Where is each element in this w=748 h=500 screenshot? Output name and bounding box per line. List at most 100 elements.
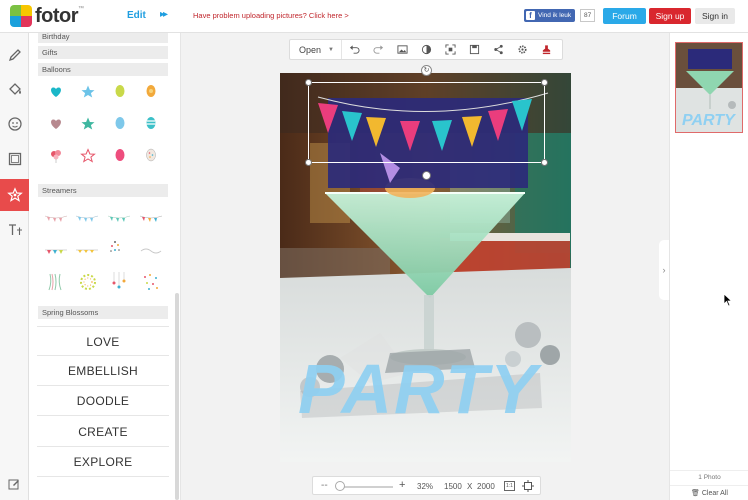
facebook-like-button[interactable]: f Vind ik leuk — [524, 9, 576, 22]
blue-balloon-sticker[interactable] — [112, 116, 128, 132]
editor-toolbar: Open ▼ — [289, 39, 563, 60]
party-overlay-text[interactable]: PARTY — [298, 350, 542, 428]
resize-handle-bl[interactable] — [305, 159, 312, 166]
rail-edit-button[interactable] — [0, 39, 29, 71]
trash-icon: 🗑 — [691, 490, 700, 497]
caret-down-icon: ▼ — [328, 46, 334, 53]
forum-button[interactable]: Forum — [603, 8, 646, 24]
rail-text-button[interactable] — [0, 214, 29, 246]
chevron-right-icon: › — [662, 265, 666, 275]
resize-handle-br[interactable] — [541, 159, 548, 166]
text-icon — [8, 224, 22, 235]
logo-mark-icon — [10, 5, 32, 27]
striped-balloon-sticker[interactable] — [143, 116, 159, 132]
contrast-icon — [421, 44, 431, 55]
frame-icon — [8, 152, 21, 166]
fit-icon — [444, 44, 456, 55]
fotor-editor: fotor ™ Edit ▸▸ Have problem uploading p… — [0, 0, 748, 500]
confetti-burst-sticker[interactable] — [107, 238, 123, 254]
bunting-streamer-sticker[interactable] — [44, 211, 68, 227]
tool-rail — [0, 33, 29, 500]
panel-scrollbar[interactable] — [175, 293, 179, 500]
signin-button[interactable]: Sign in — [695, 8, 735, 24]
actual-size-button[interactable]: 1:1 — [504, 481, 515, 491]
rail-stickers-button[interactable] — [0, 179, 29, 211]
category-gifts[interactable]: Gifts — [38, 46, 168, 59]
settings-button[interactable] — [510, 40, 534, 59]
trademark-icon: ™ — [78, 6, 85, 12]
mouse-cursor-icon — [723, 293, 733, 307]
forward-arrows-icon[interactable]: ▸▸ — [160, 9, 168, 20]
face-icon — [7, 117, 22, 131]
photo-bin-panel: PARTY 1 Photo 🗑 Clear All — [669, 33, 748, 500]
zoom-slider-track[interactable] — [337, 486, 393, 488]
collection-doodle[interactable]: DOODLE — [37, 386, 169, 416]
sticker-selection-box[interactable] — [308, 82, 545, 163]
rotate-handle-icon[interactable]: ↻ — [421, 65, 432, 76]
facebook-like-label: Vind ik leuk — [538, 12, 572, 19]
resize-handle-tr[interactable] — [541, 79, 548, 86]
note-edit-icon[interactable] — [8, 478, 20, 490]
outline-star-sticker[interactable] — [80, 148, 96, 164]
yellow-garland-sticker[interactable] — [75, 243, 99, 259]
zoom-percent: 32% — [417, 482, 434, 491]
thin-streamer-sticker[interactable] — [139, 243, 163, 259]
rail-beauty-button[interactable] — [0, 108, 29, 140]
image-height: 2000 — [477, 482, 495, 491]
flag-garland-sticker[interactable] — [44, 243, 68, 259]
fotor-logo[interactable]: fotor ™ — [10, 4, 84, 28]
collection-love[interactable]: LOVE — [37, 326, 169, 356]
teal-star-balloon-sticker[interactable] — [80, 116, 96, 132]
open-dropdown[interactable]: Open ▼ — [290, 40, 342, 59]
undo-button[interactable] — [342, 40, 366, 59]
sticker-panel: Birthday Gifts Balloons Streamers Spring… — [29, 33, 181, 500]
rail-effects-button[interactable] — [0, 73, 29, 105]
signup-button[interactable]: Sign up — [649, 8, 691, 24]
teal-bunting-sticker[interactable] — [107, 211, 131, 227]
sticker-edit-handle-icon[interactable] — [422, 171, 431, 180]
confetti-wreath-sticker[interactable] — [78, 272, 98, 292]
upload-help-link[interactable]: Have problem uploading pictures? Click h… — [193, 11, 349, 20]
redo-button[interactable] — [366, 40, 390, 59]
pink-heart-balloon-sticker[interactable] — [48, 116, 64, 132]
zoom-out-button[interactable]: -- — [321, 480, 328, 491]
resize-handle-tl[interactable] — [305, 79, 312, 86]
category-spring-blossoms[interactable]: Spring Blossoms — [38, 306, 168, 319]
pink-balloon-sticker[interactable] — [112, 148, 128, 164]
balloon-bunch-sticker[interactable] — [48, 148, 64, 164]
orange-balloon-sticker[interactable] — [143, 84, 159, 100]
hanging-stars-sticker[interactable] — [109, 272, 129, 292]
fit-button[interactable] — [438, 40, 462, 59]
star-balloon-sticker[interactable] — [80, 84, 96, 100]
zoom-slider-knob[interactable] — [335, 481, 345, 491]
green-balloon-sticker[interactable] — [112, 84, 128, 100]
save-button[interactable] — [462, 40, 486, 59]
colorful-bunting-sticker[interactable] — [139, 211, 163, 227]
category-streamers[interactable]: Streamers — [38, 184, 168, 197]
collection-create[interactable]: CREATE — [37, 417, 169, 447]
fit-screen-icon[interactable] — [522, 480, 534, 492]
category-balloons[interactable]: Balloons — [38, 63, 168, 76]
share-button[interactable] — [486, 40, 510, 59]
clear-all-button[interactable]: 🗑 Clear All — [670, 485, 748, 500]
dotted-balloon-sticker[interactable] — [143, 148, 159, 164]
photo-thumbnail[interactable]: PARTY — [675, 42, 743, 133]
rail-frames-button[interactable] — [0, 143, 29, 175]
collection-embellish[interactable]: EMBELLISH — [37, 356, 169, 386]
category-birthday[interactable]: Birthday — [38, 33, 168, 43]
save-icon — [469, 44, 479, 55]
contrast-button[interactable] — [414, 40, 438, 59]
image-width: 1500 — [444, 482, 462, 491]
collection-explore[interactable]: EXPLORE — [37, 447, 169, 477]
ribbon-strands-sticker[interactable] — [46, 272, 66, 292]
thumbnail-image: PARTY — [676, 43, 742, 132]
zoom-in-button[interactable]: + — [399, 479, 405, 491]
image-button[interactable] — [390, 40, 414, 59]
blue-bunting-sticker[interactable] — [75, 211, 99, 227]
edit-tab[interactable]: Edit — [127, 10, 146, 21]
stamp-button[interactable] — [534, 40, 558, 59]
collapse-panel-tab[interactable]: › — [659, 240, 669, 300]
party-confetti-sticker[interactable] — [141, 272, 161, 292]
undo-icon — [349, 45, 359, 54]
heart-balloon-sticker[interactable] — [48, 84, 64, 100]
